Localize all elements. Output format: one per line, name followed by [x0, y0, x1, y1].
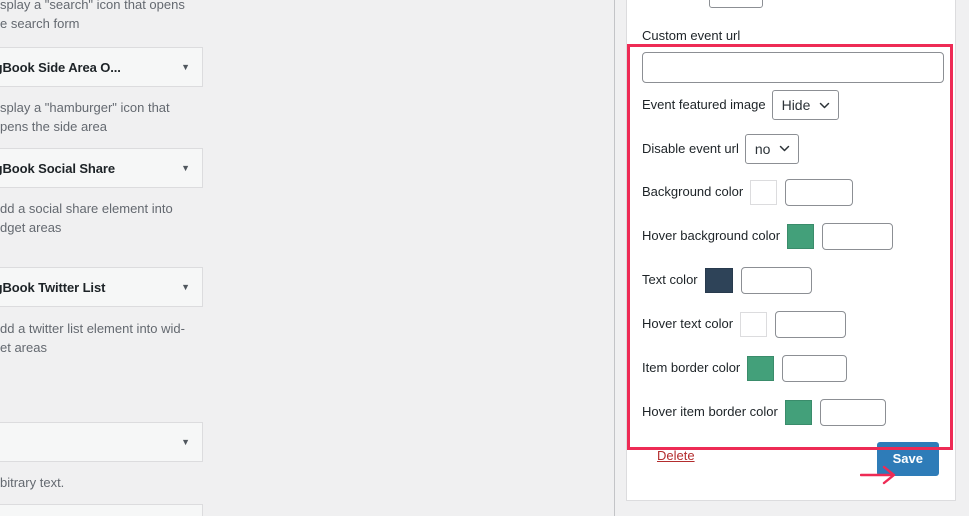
auto-scroll-select[interactable]: no [708, 0, 764, 8]
color-hex-input[interactable] [819, 398, 886, 426]
delete-link[interactable]: Delete [657, 448, 695, 463]
row-event-featured-image: Event featured image Hide [627, 83, 955, 127]
widget-description-line: et areas [0, 339, 47, 355]
chevron-down-icon [778, 142, 791, 155]
color-swatch-button[interactable] [784, 399, 812, 425]
widget-description: dd a social share element into dget areas [0, 200, 200, 237]
disable-event-url-value: no [754, 140, 771, 157]
color-hex-input[interactable] [782, 354, 848, 382]
widget-description-line: dget areas [0, 219, 62, 235]
color-field-label: Hover background color [642, 228, 781, 243]
widget-title: ongBook Social Share [0, 160, 115, 176]
color-hex-input[interactable] [775, 310, 847, 338]
custom-event-url-input[interactable] [642, 52, 944, 83]
color-field-row: Hover background color [627, 214, 955, 258]
color-field-row: Text color [627, 258, 955, 302]
save-button[interactable]: Save [876, 442, 939, 476]
color-hex-input[interactable] [785, 178, 854, 206]
widget-description-line: dd a twitter list element into wid- [0, 321, 185, 336]
widgets-list-panel: splay a "search" icon that opens e search… [0, 0, 615, 516]
event-featured-image-label: Event featured image [642, 97, 766, 112]
color-field-label: Background color [642, 184, 744, 199]
widget-description: splay a "hamburger" icon that pens the si… [0, 99, 200, 136]
chevron-down-icon[interactable]: ▼ [181, 282, 190, 292]
event-featured-image-value: Hide [781, 97, 811, 113]
color-field-list: Background color Hover background color Te… [627, 170, 955, 434]
widget-description: bitrary text. [0, 474, 200, 493]
widget-description-line: splay a "hamburger" icon that [0, 100, 170, 115]
widget-description-line: dd a social share element into [0, 201, 173, 216]
screen-root: splay a "search" icon that opens e search… [0, 0, 969, 516]
custom-event-url-label: Custom event url [642, 28, 741, 43]
form-footer: Delete Save [627, 434, 955, 500]
widget-title: ext [0, 435, 175, 450]
widget-accordion-header[interactable]: ext ▼ [0, 422, 203, 462]
color-field-label: Item border color [642, 360, 741, 375]
row-disable-event-url: Disable event url no [627, 127, 955, 170]
color-swatch-button[interactable] [747, 355, 775, 381]
widget-title: ongBook Side Area O... [0, 59, 121, 75]
color-field-label: Hover item border color [642, 404, 778, 419]
widget-accordion-header[interactable]: ongBook Social Share ▼ [0, 148, 203, 188]
color-swatch-button[interactable] [740, 311, 768, 337]
widget-description-line: e search form [0, 15, 80, 31]
widget-settings-panel: Auto scroll no Custom event url Event fe [615, 0, 969, 516]
widget-settings-form: Auto scroll no Custom event url Event fe [626, 0, 956, 501]
event-featured-image-select[interactable]: Hide [771, 90, 840, 120]
color-swatch-button[interactable] [787, 223, 815, 249]
widget-description-line: bitrary text. [0, 475, 65, 490]
chevron-down-icon[interactable]: ▼ [181, 163, 190, 173]
row-auto-scroll: Auto scroll no [627, 0, 955, 15]
widget-accordion-header[interactable]: ongBook Twitter List ▼ [0, 267, 203, 307]
widget-description-line: splay a "search" icon that opens [0, 0, 185, 12]
widget-description: dd a twitter list element into wid-et ar… [0, 320, 200, 357]
widget-description: splay a "search" icon that opens e search… [0, 0, 200, 33]
color-hex-input[interactable] [822, 222, 894, 250]
auto-scroll-label: Auto scroll [642, 0, 703, 2]
color-hex-input[interactable] [740, 266, 812, 294]
chevron-down-icon [818, 99, 831, 112]
color-field-row: Hover item border color [627, 390, 955, 434]
disable-event-url-select[interactable]: no [744, 133, 800, 164]
widget-accordion-header[interactable]: ongBook Side Area O... ▼ [0, 47, 203, 87]
color-field-label: Hover text color [642, 316, 734, 331]
color-swatch-button[interactable] [704, 267, 733, 293]
color-swatch-button[interactable] [750, 179, 778, 205]
widget-description-line: pens the side area [0, 118, 107, 134]
color-field-row: Item border color [627, 346, 955, 390]
color-field-label: Text color [642, 272, 698, 287]
widget-title: ongBook Twitter List [0, 279, 106, 295]
color-field-row: Hover text color [627, 302, 955, 346]
chevron-down-icon[interactable]: ▼ [181, 62, 190, 72]
chevron-down-icon[interactable]: ▼ [181, 437, 190, 447]
row-custom-event-url: Custom event url [627, 15, 955, 83]
widget-accordion-header[interactable] [0, 504, 203, 516]
color-field-row: Background color [627, 170, 955, 214]
disable-event-url-label: Disable event url [642, 140, 739, 156]
